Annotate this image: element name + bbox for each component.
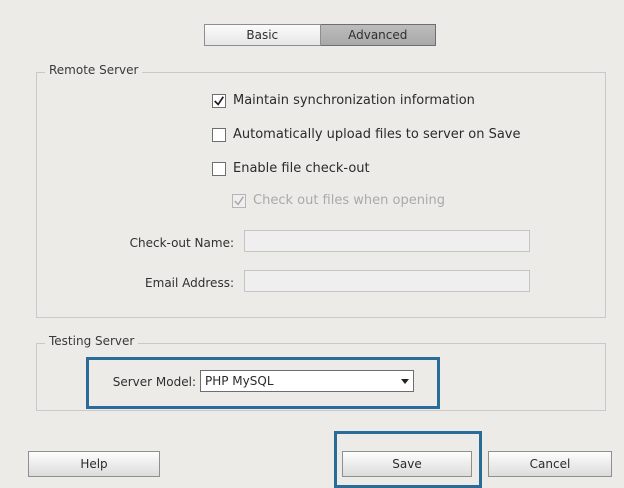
checkout-name-field <box>244 230 530 252</box>
auto-upload-checkbox[interactable] <box>212 127 226 142</box>
maintain-sync-checkbox[interactable] <box>212 93 226 108</box>
checkmark-icon <box>234 195 244 206</box>
checkout-on-open-label: Check out files when opening <box>253 193 446 208</box>
maintain-sync-label: Maintain synchronization information <box>233 93 475 108</box>
checkout-on-open-checkbox <box>232 193 246 208</box>
server-model-select[interactable]: PHP MySQL <box>200 370 414 392</box>
email-address-label: Email Address: <box>145 276 234 290</box>
enable-checkout-label: Enable file check-out <box>233 161 370 176</box>
chevron-down-icon <box>401 378 409 384</box>
help-button[interactable]: Help <box>28 451 160 477</box>
server-model-label: Server Model: <box>112 375 196 389</box>
email-address-field <box>244 270 530 292</box>
maintain-sync-option[interactable]: Maintain synchronization information <box>212 93 475 108</box>
remote-server-legend: Remote Server <box>45 63 143 77</box>
tab-bar: Basic Advanced <box>204 24 436 46</box>
testing-server-legend: Testing Server <box>45 334 139 348</box>
enable-checkout-option[interactable]: Enable file check-out <box>212 161 370 176</box>
checkout-name-label: Check-out Name: <box>129 236 234 250</box>
tab-basic[interactable]: Basic <box>204 24 321 46</box>
checkmark-icon <box>214 95 224 106</box>
auto-upload-option[interactable]: Automatically upload files to server on … <box>212 127 521 142</box>
save-button[interactable]: Save <box>342 451 472 477</box>
tab-advanced[interactable]: Advanced <box>320 24 436 46</box>
checkout-on-open-option: Check out files when opening <box>232 193 445 208</box>
enable-checkout-checkbox[interactable] <box>212 161 226 176</box>
auto-upload-label: Automatically upload files to server on … <box>233 127 521 142</box>
server-model-value: PHP MySQL <box>205 374 274 388</box>
cancel-button[interactable]: Cancel <box>488 451 612 477</box>
